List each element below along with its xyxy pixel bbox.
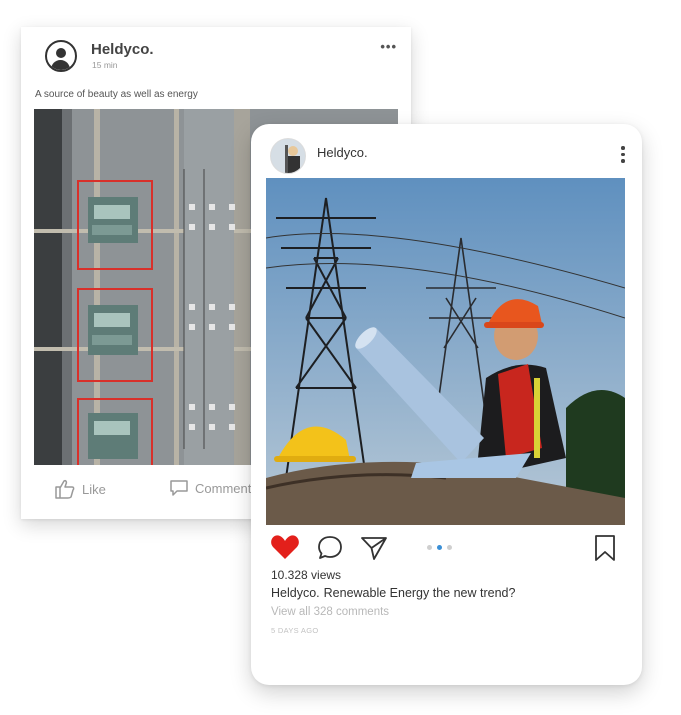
post-caption: A source of beauty as well as energy: [35, 89, 198, 100]
comment-button[interactable]: [317, 535, 343, 566]
views-count: 10.328 views: [271, 568, 342, 582]
post-card-instagram: Heldyco. 10.328 views Heldyco. Renewable…: [251, 124, 642, 685]
comment-icon: [318, 536, 342, 559]
post-caption: Heldyco. Renewable Energy the new trend?: [271, 586, 515, 600]
heart-icon: [271, 535, 299, 559]
more-options-icon[interactable]: •••: [380, 39, 397, 54]
more-options-icon[interactable]: [621, 146, 625, 166]
carousel-dot[interactable]: [427, 545, 432, 550]
comment-icon: [170, 480, 188, 496]
comment-label: Comment: [195, 480, 252, 496]
carousel-dot-active[interactable]: [437, 545, 442, 550]
like-label: Like: [82, 481, 106, 497]
carousel-dot[interactable]: [447, 545, 452, 550]
post-image-engineer[interactable]: [266, 178, 625, 525]
bookmark-icon: [595, 535, 615, 561]
share-button[interactable]: [360, 535, 388, 566]
save-button[interactable]: [593, 534, 617, 567]
send-icon: [361, 537, 387, 560]
post-timestamp: 15 min: [92, 60, 118, 70]
caption-author[interactable]: Heldyco.: [271, 586, 320, 600]
comment-button[interactable]: Comment: [169, 479, 251, 497]
post-author[interactable]: Heldyco.: [317, 145, 368, 160]
profile-avatar[interactable]: [270, 138, 306, 174]
view-all-comments-link[interactable]: View all 328 comments: [271, 606, 389, 618]
post-actions-bar: [251, 532, 642, 566]
carousel-indicator: [427, 545, 452, 550]
caption-text: Renewable Energy the new trend?: [323, 586, 516, 600]
user-avatar-icon[interactable]: [45, 40, 77, 72]
like-button[interactable]: Like: [54, 479, 106, 499]
like-button[interactable]: [270, 534, 300, 565]
thumbs-up-icon: [55, 480, 75, 499]
post-timestamp: 5 DAYS AGO: [271, 626, 319, 635]
post-author[interactable]: Heldyco.: [91, 41, 154, 58]
